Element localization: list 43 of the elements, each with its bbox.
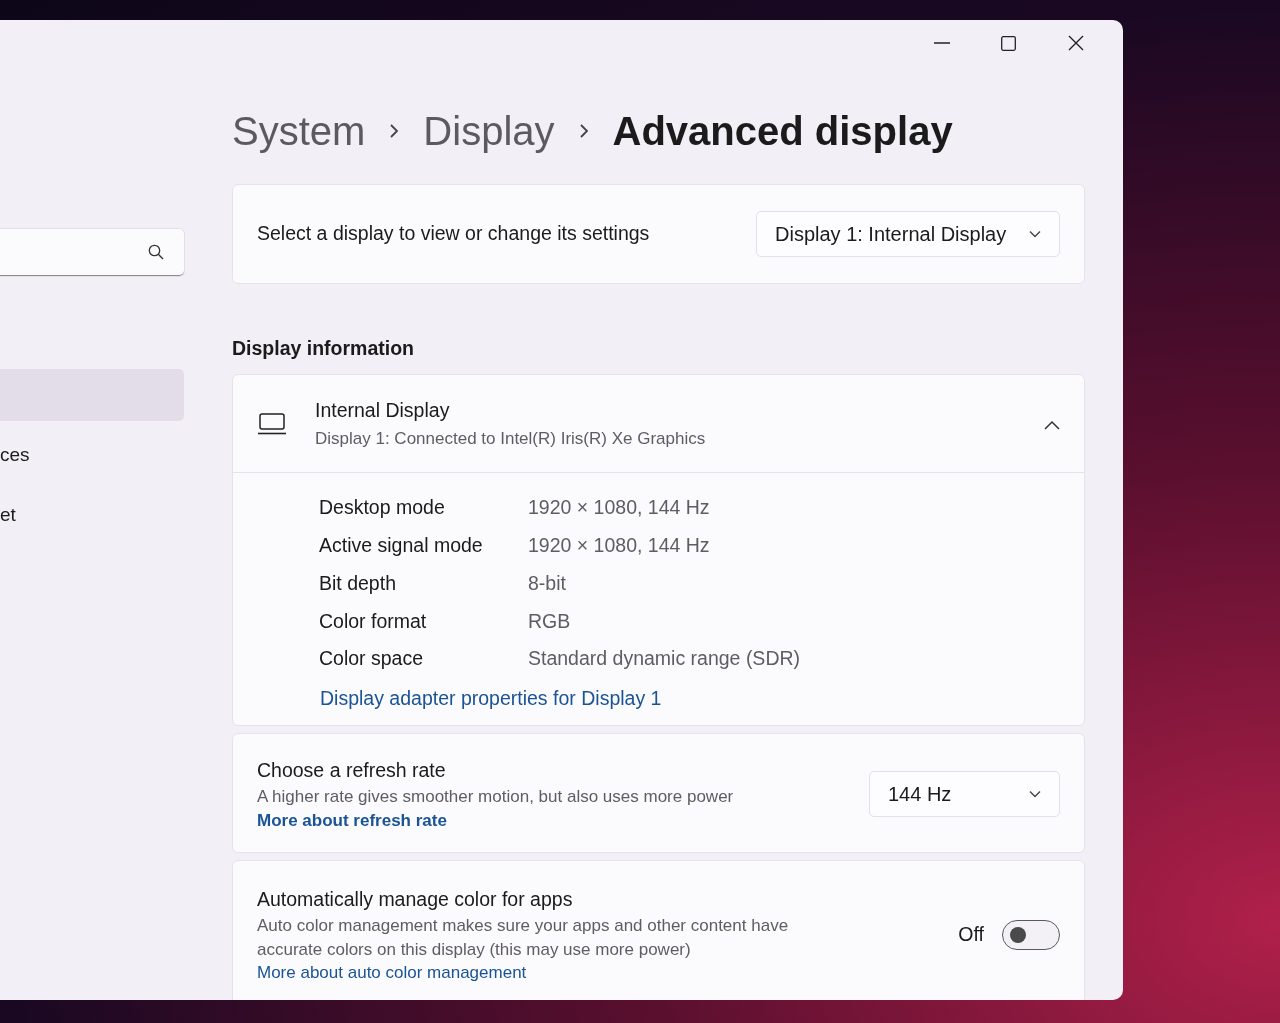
maximize-icon [1001,35,1016,51]
toggle-state-label: Off [958,922,984,948]
minimize-icon [933,42,950,44]
chevron-right-icon [389,123,400,139]
setting-label: Select a display to view or change its settings [257,221,650,247]
learn-more-link[interactable]: More about refresh rate [257,810,447,830]
setting-description: A higher rate gives smoother motion, but also uses more power More about refresh rate [257,786,735,832]
page-title: Advanced display [612,108,953,155]
chevron-right-icon [578,123,589,139]
chevron-down-icon [1029,230,1041,238]
info-label: Color format [319,608,428,634]
close-icon [1067,35,1084,51]
adapter-properties-link[interactable]: Display adapter properties for Display 1 [320,683,662,713]
info-value: 1920 × 1080, 144 Hz [528,495,710,521]
search-field[interactable] [0,229,184,276]
chevron-down-icon [1029,790,1041,798]
setting-description: Auto color management makes sure your apps and other content have accurate colors on this display (this may use more power) More about auto color management [257,915,790,985]
laptop-icon [257,412,287,435]
breadcrumb-link[interactable]: Display [423,101,555,161]
refresh-rate-dropdown[interactable]: 144 Hz [869,771,1060,817]
display-subtitle: Display 1: Connected to Intel(R) Iris(R) Xe Graphics [315,427,707,450]
setting-title: Automatically manage color for apps [257,887,574,913]
info-value: Standard dynamic range (SDR) [528,646,801,672]
toggle-switch[interactable] [1002,919,1060,950]
dropdown-value: Display 1: Internal Display [775,222,1007,247]
search-icon [148,244,164,260]
dropdown-value: 144 Hz [888,782,952,807]
display-dropdown[interactable]: Display 1: Internal Display [756,211,1060,257]
section-heading: Display information [232,336,416,361]
info-value: RGB [528,608,571,634]
display-name: Internal Display [315,398,451,424]
info-label: Desktop mode [319,495,446,521]
sidebar-item[interactable]: et [0,489,184,541]
info-label: Bit depth [319,570,397,596]
info-value: 8-bit [528,570,566,596]
info-value: 1920 × 1080, 144 Hz [528,533,710,559]
breadcrumb-link[interactable]: System [232,101,366,161]
learn-more-link[interactable]: More about auto color management [257,963,527,983]
sidebar-item[interactable]: ces [0,429,184,481]
info-label: Active signal mode [319,533,484,559]
info-label: Color space [319,646,425,672]
chevron-up-icon [1044,419,1060,430]
setting-title: Choose a refresh rate [257,757,447,783]
